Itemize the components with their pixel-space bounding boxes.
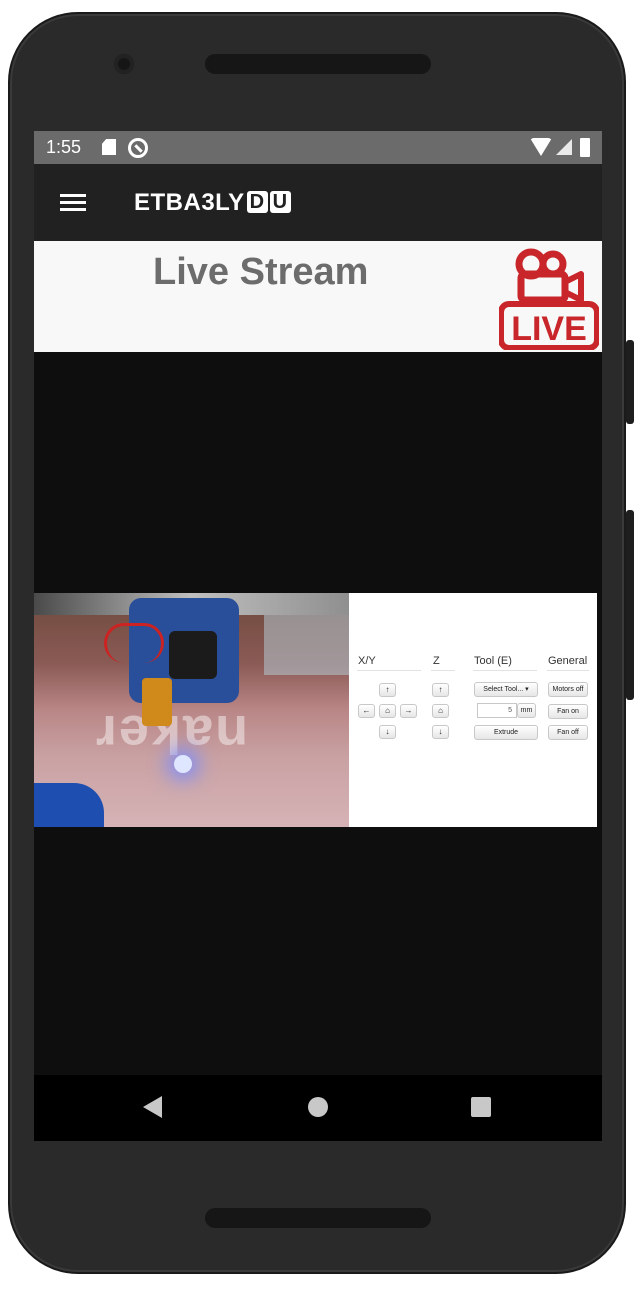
camera-feed: naker — [34, 593, 349, 827]
video-player[interactable]: naker X/Y Z Tool (E) General ↑ ← ⌂ → ↓ ↑… — [34, 352, 602, 1075]
live-badge-text: LIVE — [511, 310, 587, 348]
xy-left-button[interactable]: ← — [358, 704, 375, 718]
power-button — [626, 340, 634, 424]
app-title-box-u: U — [269, 191, 291, 213]
stream-frame: naker X/Y Z Tool (E) General ↑ ← ⌂ → ↓ ↑… — [34, 593, 597, 827]
back-icon[interactable] — [143, 1096, 162, 1118]
system-nav-bar — [34, 1075, 602, 1141]
z-down-button[interactable]: ↓ — [432, 725, 449, 739]
select-tool-dropdown[interactable]: Select Tool... ▾ — [474, 682, 538, 697]
z-home-button[interactable]: ⌂ — [432, 704, 449, 718]
xy-down-button[interactable]: ↓ — [379, 725, 396, 739]
header-band: Live Stream LIVE — [34, 241, 602, 352]
sd-card-icon — [102, 139, 116, 155]
sync-icon — [128, 138, 148, 158]
col-tool: Tool (E) — [474, 655, 512, 667]
xy-home-button[interactable]: ⌂ — [379, 704, 396, 718]
printer-control-panel: X/Y Z Tool (E) General ↑ ← ⌂ → ↓ ↑ ⌂ ↓ S… — [349, 593, 597, 827]
xy-up-button[interactable]: ↑ — [379, 683, 396, 697]
app-title-text: ETBA3LY — [134, 189, 245, 216]
signal-icon — [556, 139, 572, 155]
page-title: Live Stream — [153, 251, 369, 293]
app-bar: ETBA3LY D U — [34, 164, 602, 241]
extrude-amount-input[interactable]: 5 — [477, 703, 517, 718]
app-title-box-d: D — [246, 191, 268, 213]
home-icon[interactable] — [308, 1097, 328, 1117]
front-camera — [114, 54, 134, 74]
fan-on-button[interactable]: Fan on — [548, 704, 588, 719]
wifi-icon — [530, 138, 552, 156]
bottom-speaker — [205, 1208, 431, 1228]
col-xy: X/Y — [358, 655, 376, 667]
z-up-button[interactable]: ↑ — [432, 683, 449, 697]
recents-icon[interactable] — [471, 1097, 491, 1117]
status-time: 1:55 — [46, 137, 82, 157]
col-z: Z — [433, 655, 440, 667]
earpiece-speaker — [205, 54, 431, 74]
battery-icon — [580, 138, 590, 157]
status-bar: 1:55 — [34, 131, 602, 164]
extrude-button[interactable]: Extrude — [474, 725, 538, 740]
menu-icon[interactable] — [60, 194, 86, 212]
xy-right-button[interactable]: → — [400, 704, 417, 718]
app-title: ETBA3LY D U — [134, 189, 291, 217]
video-camera-icon — [515, 248, 584, 304]
fan-off-button[interactable]: Fan off — [548, 725, 588, 740]
extrude-unit: mm — [517, 703, 536, 718]
motors-off-button[interactable]: Motors off — [548, 682, 588, 697]
volume-button — [626, 510, 634, 700]
screen: 1:55 ETBA3LY D U Live Stream LIVE naker … — [34, 131, 602, 1141]
live-badge: LIVE — [499, 248, 599, 350]
col-general: General — [548, 655, 588, 667]
